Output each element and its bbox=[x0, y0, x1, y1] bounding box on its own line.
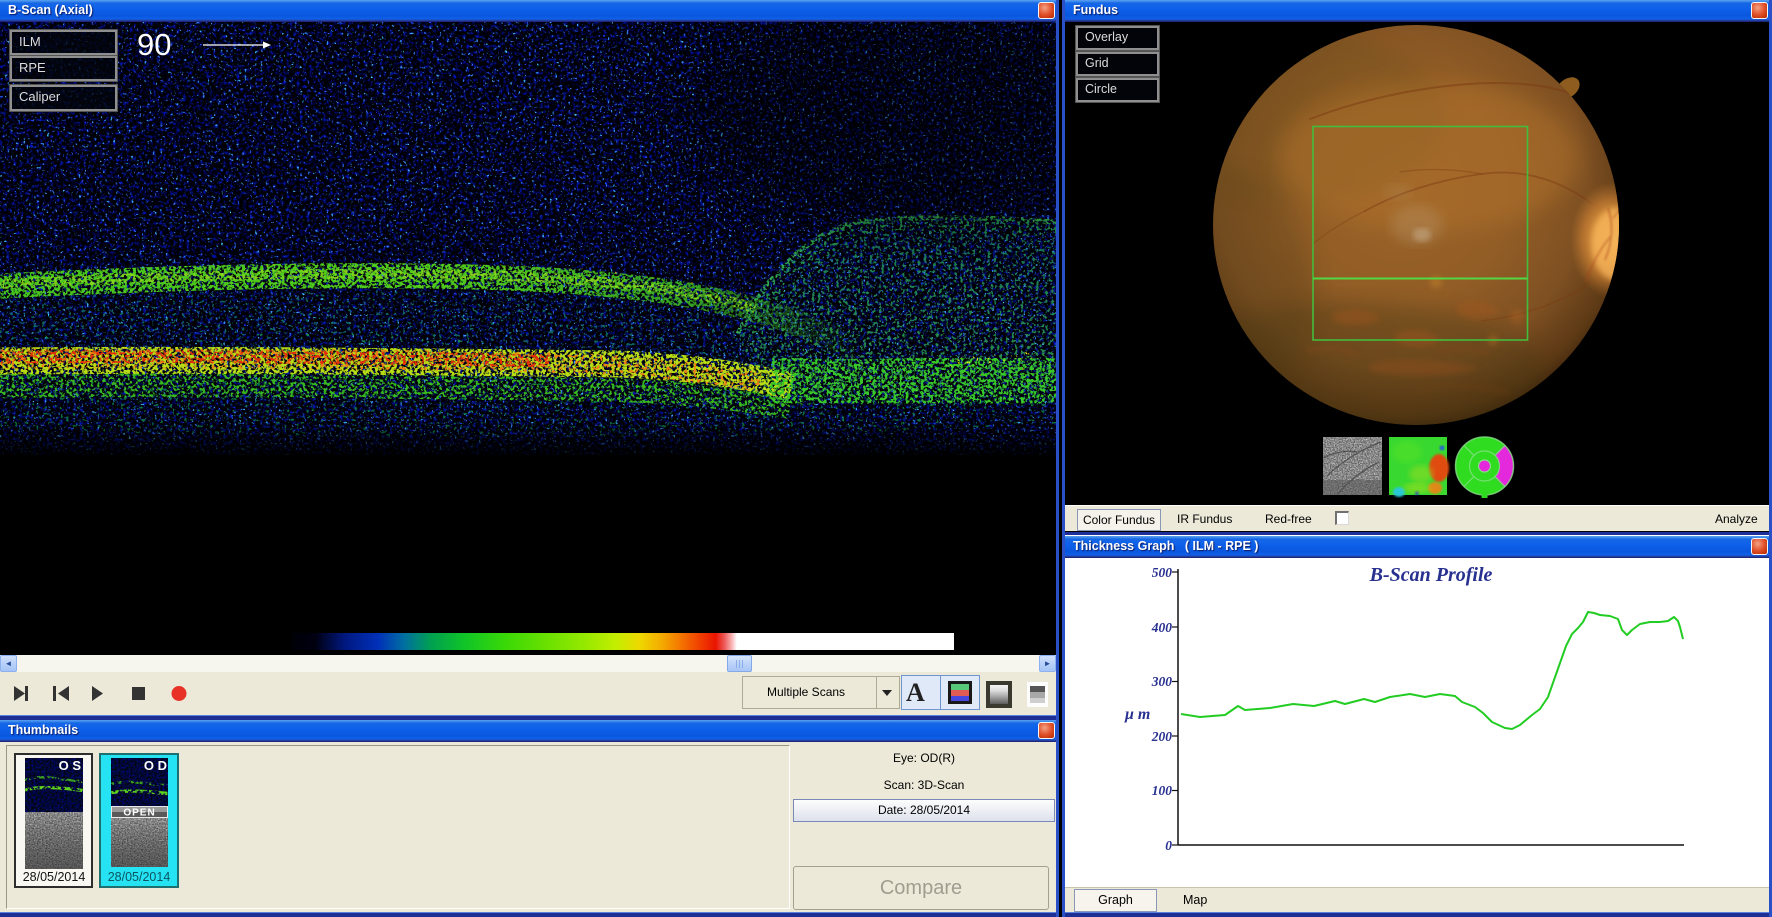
svg-text:200: 200 bbox=[1151, 729, 1173, 744]
svg-text:0: 0 bbox=[1165, 838, 1172, 853]
svg-text:O D: O D bbox=[144, 758, 167, 773]
svg-text:28/05/2014: 28/05/2014 bbox=[108, 870, 171, 884]
svg-text:300: 300 bbox=[1151, 674, 1173, 689]
svg-text:OPEN: OPEN bbox=[123, 808, 155, 819]
svg-text:100: 100 bbox=[1152, 783, 1173, 798]
svg-text:28/05/2014: 28/05/2014 bbox=[23, 870, 86, 884]
svg-text:O S: O S bbox=[59, 758, 82, 773]
svg-text:500: 500 bbox=[1152, 565, 1173, 580]
svg-text:B-Scan Profile: B-Scan Profile bbox=[1369, 564, 1493, 586]
svg-text:μ m: μ m bbox=[1124, 706, 1150, 723]
svg-text:400: 400 bbox=[1151, 620, 1173, 635]
